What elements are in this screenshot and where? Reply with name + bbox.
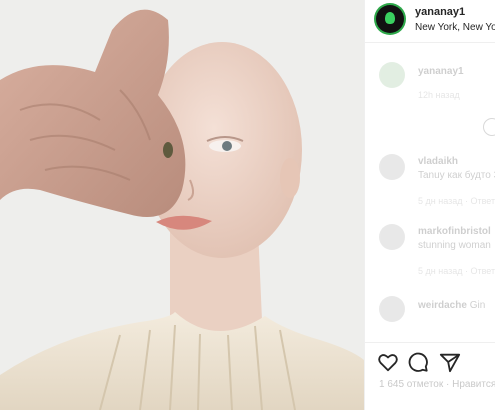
location[interactable]: New York, New York bbox=[415, 22, 495, 33]
portrait-illustration bbox=[0, 0, 364, 410]
avatar[interactable] bbox=[379, 62, 405, 88]
share-icon[interactable] bbox=[439, 351, 461, 373]
comment-text: markofinbristol bbox=[418, 226, 491, 237]
comment-body: Tanuy как будто 3D ка bbox=[418, 170, 495, 181]
comment-text: weirdache Gin bbox=[418, 300, 486, 311]
avatar[interactable] bbox=[379, 296, 405, 322]
heart-icon[interactable] bbox=[377, 351, 399, 373]
comment-item: yananay1 12h назад bbox=[365, 60, 495, 112]
avatar-figure-icon bbox=[385, 12, 395, 24]
comments-list: yananay1 12h назад vladaikh Tanuy как бу… bbox=[365, 52, 495, 342]
comment-item: markofinbristol stunning woman 5 дн наза… bbox=[365, 222, 495, 282]
username[interactable]: yananay1 bbox=[415, 6, 465, 18]
post-photo bbox=[0, 0, 364, 410]
avatar[interactable] bbox=[379, 224, 405, 250]
post-actions: 1 645 отметок · Нравится bbox=[365, 342, 495, 410]
comment-item: weirdache Gin bbox=[365, 296, 495, 336]
post-header: yananay1 New York, New York bbox=[365, 0, 495, 43]
more-replies-icon[interactable] bbox=[483, 118, 495, 136]
comment-time: 5 дн назад · Ответить bbox=[418, 266, 495, 276]
post-side-panel: yananay1 New York, New York yananay1 12h… bbox=[364, 0, 495, 410]
comment-text: yananay1 bbox=[418, 66, 464, 77]
avatar[interactable] bbox=[379, 154, 405, 180]
comment-time: 5 дн назад · Ответить bbox=[418, 196, 495, 206]
comment-body: stunning woman bbox=[418, 240, 491, 251]
comment-icon[interactable] bbox=[407, 351, 429, 373]
comment-text: vladaikh bbox=[418, 156, 459, 167]
avatar[interactable] bbox=[376, 5, 404, 33]
comment-time: 12h назад bbox=[418, 90, 460, 100]
likes-count[interactable]: 1 645 отметок · Нравится bbox=[379, 379, 495, 390]
comment-item: vladaikh Tanuy как будто 3D ка 5 дн наза… bbox=[365, 152, 495, 212]
